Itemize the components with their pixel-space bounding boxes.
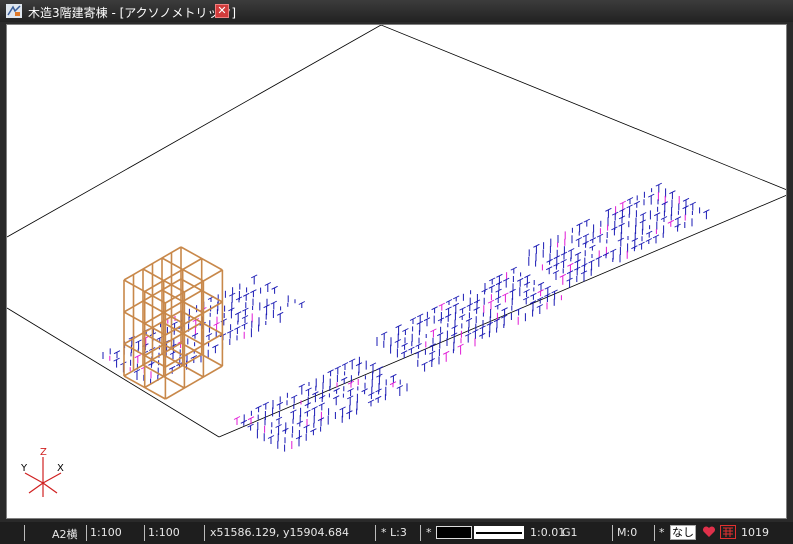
close-icon[interactable]: ✕	[215, 4, 229, 18]
cursor-coordinates: x51586.129, y15904.684	[210, 526, 349, 539]
status-separator	[654, 525, 655, 541]
status-separator	[144, 525, 145, 541]
layer-indicator[interactable]: L:3	[390, 526, 407, 539]
layer-prefix: *	[381, 526, 387, 539]
status-separator	[24, 525, 25, 541]
paper-size[interactable]: A2横	[52, 526, 78, 542]
title-bar: 木造3階建寄棟 - [アクソノメトリック] ✕	[0, 0, 793, 22]
app-icon[interactable]	[6, 4, 22, 18]
status-separator	[420, 525, 421, 541]
heart-icon[interactable]	[702, 525, 716, 542]
status-bar: A2横 1:100 1:100 x51586.129, y15904.684 *…	[0, 522, 793, 544]
axis-line	[42, 482, 58, 494]
snap-prefix: *	[659, 526, 665, 539]
app-window: 木造3階建寄棟 - [アクソノメトリック] ✕ Z Y X A2横 1:100 1:…	[0, 0, 793, 544]
snap-mode-box[interactable]: なし	[670, 525, 696, 540]
drawing-canvas[interactable]: Z Y X	[6, 24, 787, 519]
entity-count: 1019	[741, 526, 769, 539]
window-title: 木造3階建寄棟 - [アクソノメトリック]	[28, 6, 236, 20]
line-type-sample[interactable]	[474, 526, 524, 539]
ground-plane-edge	[7, 25, 786, 238]
axis-line	[42, 472, 62, 484]
status-separator	[204, 525, 205, 541]
color-prefix: *	[426, 526, 432, 539]
status-separator	[86, 525, 87, 541]
status-separator	[375, 525, 376, 541]
axis-gizmo-icon: Z Y X	[20, 447, 64, 497]
ground-plane-edge	[7, 307, 220, 438]
group-indicator[interactable]: G1	[562, 526, 578, 539]
line-scale[interactable]: 1:0.01	[530, 526, 565, 539]
status-separator	[612, 525, 613, 541]
axis-line	[28, 482, 44, 494]
axis-label-y: Y	[20, 463, 28, 474]
calculator-icon[interactable]	[720, 525, 736, 542]
scale-primary[interactable]: 1:100	[90, 526, 122, 539]
axis-label-z: Z	[40, 447, 47, 458]
scale-secondary[interactable]: 1:100	[148, 526, 180, 539]
line-color-swatch[interactable]	[436, 526, 472, 539]
mode-indicator[interactable]: M:0	[617, 526, 637, 539]
axis-label-x: X	[57, 463, 64, 474]
ground-plane-edge	[218, 194, 786, 438]
axis-line	[24, 472, 44, 484]
axonometric-view[interactable]: Z Y X	[7, 25, 787, 519]
wood-frame-model	[123, 246, 224, 400]
